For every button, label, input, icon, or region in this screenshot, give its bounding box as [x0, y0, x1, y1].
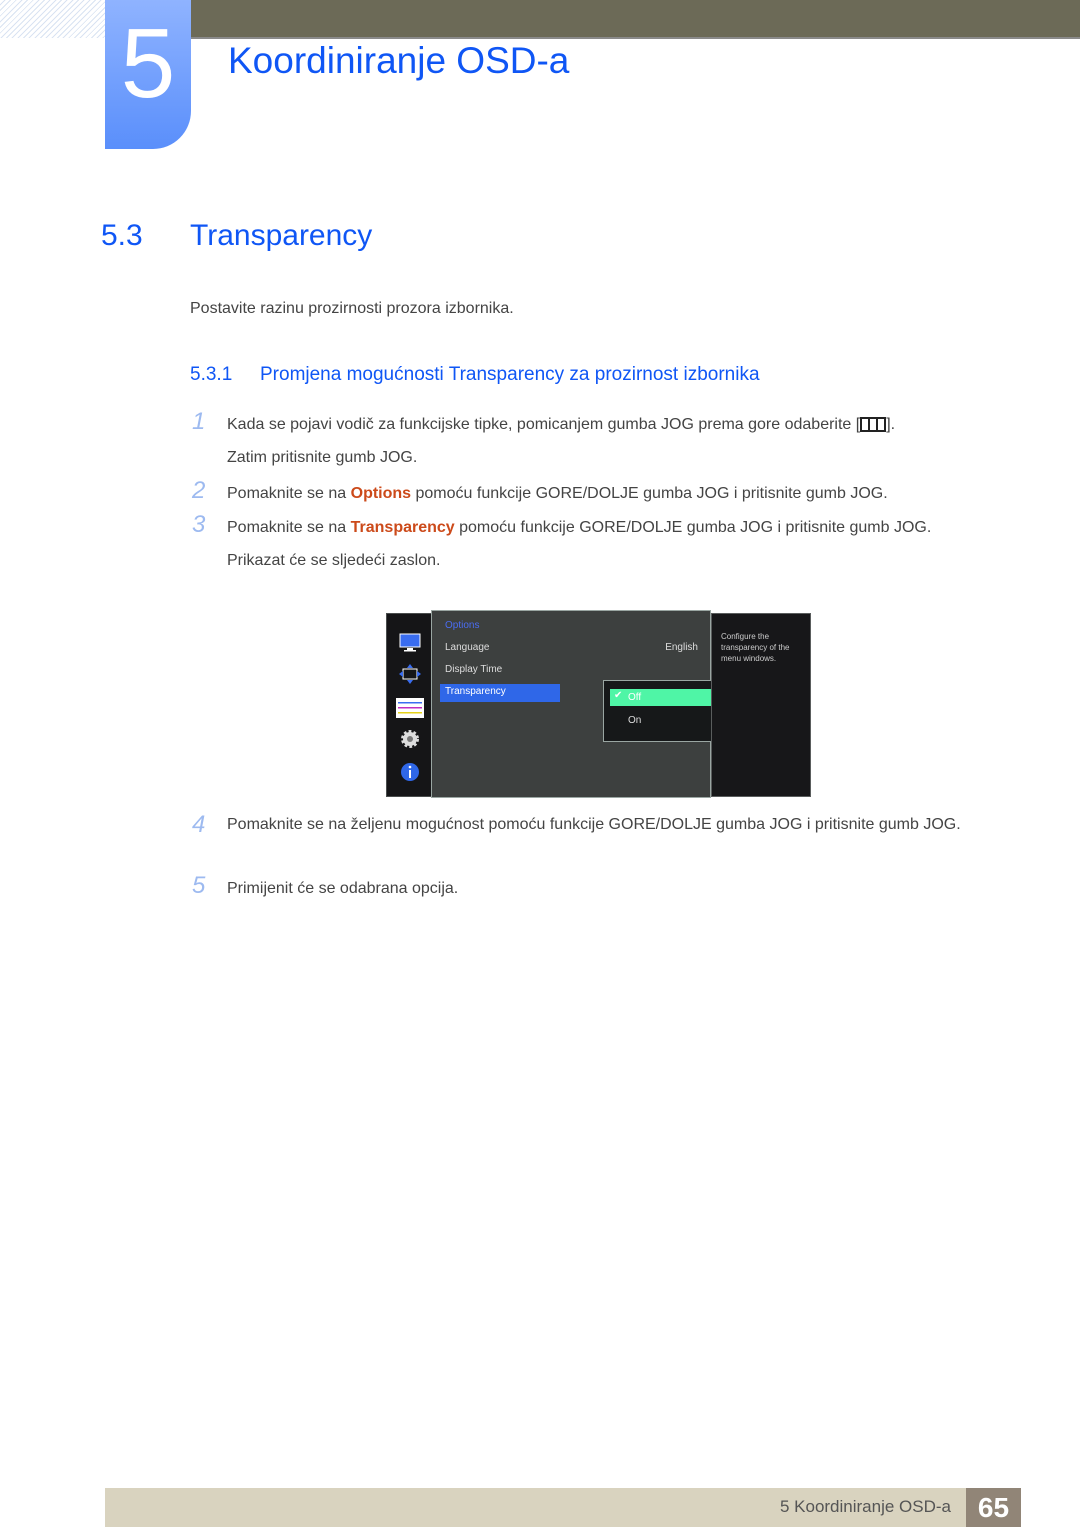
osd-item-label: Transparency: [445, 686, 506, 697]
step-text-part: Pomaknite se na: [227, 485, 351, 502]
step-number: 3: [192, 511, 206, 538]
step-text-part: Kada se pojavi vodič za funkcijske tipke…: [227, 416, 861, 433]
osd-item-transparency[interactable]: Transparency: [440, 684, 560, 702]
footer-chapter-label: 5 Koordiniranje OSD-a: [779, 1497, 951, 1516]
osd-item-language[interactable]: Language: [445, 642, 490, 653]
step-text-part: pomoću funkcije GORE/DOLJE gumba JOG i p…: [454, 519, 932, 536]
step-text: Primijenit će se odabrana opcija.: [227, 880, 459, 897]
osd-help-text: Configure the transparency of the menu w…: [721, 632, 790, 663]
osd-category-title: Options: [445, 620, 480, 631]
section-intro: Postavite razinu prozirnosti prozora izb…: [190, 300, 514, 317]
gear-icon: [401, 730, 419, 748]
chapter-title: Koordiniranje OSD-a: [228, 40, 570, 81]
header-bar: [190, 0, 1080, 39]
check-icon: ✔: [614, 690, 623, 701]
step-text: Pomaknite se na Options pomoću funkcije …: [227, 477, 1017, 510]
step-text-part: Prikazat će se sljedeći zaslon.: [227, 552, 441, 569]
info-icon: [401, 763, 419, 781]
section-number: 5.3: [101, 219, 143, 252]
step-highlight: Options: [350, 485, 412, 502]
osd-option-on[interactable]: On: [628, 715, 641, 726]
picture-settings-icon: [396, 698, 424, 718]
step-text: Pomaknite se na željenu mogućnost pomoću…: [227, 816, 961, 833]
header-decoration: [0, 0, 105, 38]
step-number: 5: [192, 872, 206, 899]
chapter-badge: 5: [105, 0, 191, 149]
step-number: 1: [192, 408, 206, 435]
page-number: 65: [966, 1488, 1021, 1527]
subsection-title: Promjena mogućnosti Transparency za proz…: [260, 364, 760, 385]
monitor-icon: [399, 633, 421, 652]
step-text-part: ].: [886, 416, 896, 433]
osd-sidebar: [386, 613, 433, 797]
step-text: Kada se pojavi vodič za funkcijske tipke…: [227, 408, 1017, 474]
step-text-part: Pomaknite se na: [227, 519, 351, 536]
step-number: 4: [192, 811, 206, 838]
step-number: 2: [192, 477, 206, 504]
step-text-part: Zatim pritisnite gumb JOG.: [227, 449, 418, 466]
chapter-number: 5: [120, 8, 176, 118]
section-title: Transparency: [190, 219, 373, 252]
subsection-number: 5.3.1: [190, 364, 233, 385]
menu-icon: [860, 417, 887, 432]
osd-help-panel: Configure the transparency of the menu w…: [711, 613, 811, 797]
osd-options-panel: Options Language English Display Time Tr…: [431, 610, 748, 798]
osd-item-display-time[interactable]: Display Time: [445, 664, 502, 675]
step-text-part: pomoću funkcije GORE/DOLJE gumba JOG i p…: [411, 485, 888, 502]
osd-option-label: Off: [628, 692, 642, 703]
page-footer: 5 Koordiniranje OSD-a 65: [105, 1488, 1021, 1527]
step-text: Pomaknite se na Transparency pomoću funk…: [227, 511, 1017, 577]
osd-screenshot: Options Language English Display Time Tr…: [386, 610, 811, 798]
step-highlight: Transparency: [350, 519, 455, 536]
resize-arrows-icon: [399, 664, 421, 684]
osd-item-language-value: English: [665, 642, 698, 653]
